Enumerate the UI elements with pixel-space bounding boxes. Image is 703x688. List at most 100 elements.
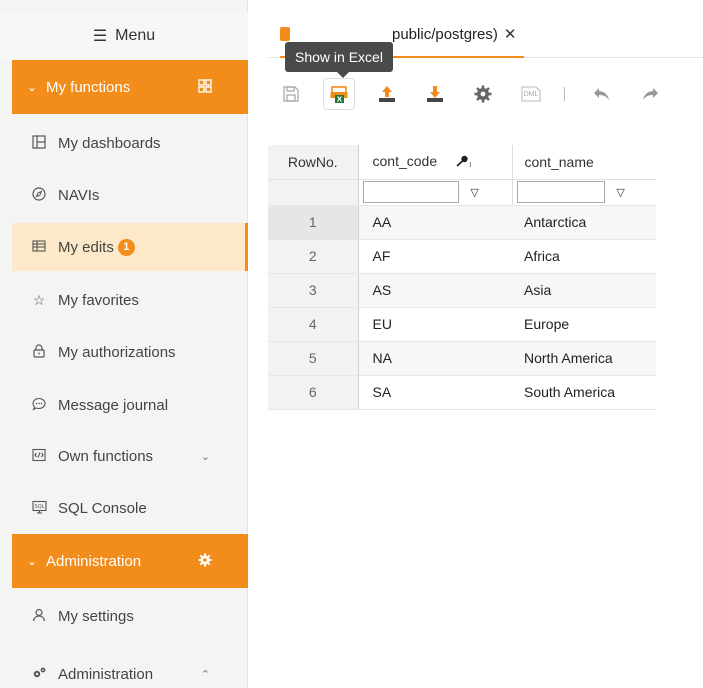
dml-button[interactable]: DML <box>516 79 546 109</box>
sidebar-item-label: My authorizations <box>58 343 176 361</box>
sidebar-item-label: NAVIs <box>58 186 100 204</box>
download-button[interactable] <box>420 79 450 109</box>
sidebar-item-label: Own functions <box>58 447 154 465</box>
grid-icon[interactable] <box>198 78 212 96</box>
cell-cont-name[interactable]: Africa <box>512 239 656 274</box>
star-icon: ☆ <box>32 291 46 308</box>
primary-key-icon: 1 <box>455 154 472 170</box>
filter-input-cont-name[interactable] <box>516 181 605 203</box>
row-number[interactable]: 3 <box>268 273 359 308</box>
sidebar-item-own-functions[interactable]: Own functions ⌄ <box>12 432 248 480</box>
sidebar-item-label: My dashboards <box>58 134 161 152</box>
sidebar-item-navis[interactable]: NAVIs <box>12 171 248 219</box>
my-functions-header[interactable]: ⌄ My functions <box>12 60 248 114</box>
table-row[interactable]: 3 AS Asia <box>268 273 656 308</box>
filter-row: ▽ ▽ <box>268 179 656 206</box>
gear-icon <box>474 85 492 103</box>
sidebar-item-label: SQL Console <box>58 499 147 517</box>
chevron-down-icon: ⌄ <box>26 554 38 568</box>
table-row[interactable]: 4 EU Europe <box>268 307 656 342</box>
chat-icon <box>26 397 52 414</box>
row-number[interactable]: 1 <box>268 205 359 240</box>
lock-icon <box>26 343 52 361</box>
row-number[interactable]: 4 <box>268 307 359 342</box>
upload-button[interactable] <box>372 79 402 109</box>
sidebar-item-label: My settings <box>58 607 134 625</box>
table-row[interactable]: 1 AA Antarctica <box>268 205 656 240</box>
cell-cont-code[interactable]: SA <box>358 375 512 410</box>
sidebar-item-my-edits[interactable]: My edits 1 <box>12 223 248 271</box>
close-icon[interactable]: ✕ <box>504 25 517 43</box>
row-number[interactable]: 6 <box>268 375 359 410</box>
download-icon <box>427 86 443 102</box>
code-icon <box>26 448 52 465</box>
table-row[interactable]: 6 SA South America <box>268 375 656 410</box>
svg-text:X: X <box>337 96 343 104</box>
redo-button[interactable] <box>635 79 665 109</box>
cell-cont-name[interactable]: South America <box>512 375 656 410</box>
dml-label: DML <box>523 91 539 98</box>
column-header-label: cont_code <box>372 153 438 170</box>
column-header-cont-code[interactable]: cont_code 1 <box>358 145 512 180</box>
sidebar-item-message-journal[interactable]: Message journal <box>12 381 248 429</box>
chevron-up-icon[interactable]: ⌃ <box>201 668 210 681</box>
cell-cont-code[interactable]: NA <box>358 341 512 376</box>
menu-label: Menu <box>115 27 156 44</box>
filter-row-header <box>268 179 359 206</box>
settings-button[interactable] <box>468 79 498 109</box>
admin-gears-icon <box>26 666 52 683</box>
filter-cell-cont-code: ▽ <box>358 179 512 206</box>
cell-cont-code[interactable]: AS <box>358 273 512 308</box>
sidebar-item-sql-console[interactable]: SQL SQL Console <box>12 484 248 532</box>
show-in-excel-button[interactable]: X <box>324 79 354 109</box>
sidebar: ☰ Menu ⌄ My functions My dashboards NAVI… <box>0 0 248 688</box>
toolbar: X DML <box>268 72 703 116</box>
cell-cont-code[interactable]: AF <box>358 239 512 274</box>
sidebar-item-label: My favorites <box>58 291 139 309</box>
menu-icon: ☰ <box>92 28 108 45</box>
cell-cont-name[interactable]: Asia <box>512 273 656 308</box>
row-number[interactable]: 2 <box>268 239 359 274</box>
sidebar-item-my-authorizations[interactable]: My authorizations <box>12 328 248 376</box>
cell-cont-name[interactable]: Antarctica <box>512 205 656 240</box>
cell-cont-name[interactable]: Europe <box>512 307 656 342</box>
excel-icon: X <box>330 86 348 104</box>
sidebar-item-my-dashboards[interactable]: My dashboards <box>12 119 248 167</box>
table-row[interactable]: 2 AF Africa <box>268 239 656 274</box>
table-row[interactable]: 5 NA North America <box>268 341 656 376</box>
funnel-icon[interactable]: ▽ <box>470 186 482 199</box>
sidebar-item-my-favorites[interactable]: ☆ My favorites <box>12 276 248 324</box>
column-header-rowno[interactable]: RowNo. <box>268 145 359 180</box>
svg-text:1: 1 <box>469 163 471 168</box>
chevron-down-icon: ⌄ <box>26 80 38 94</box>
sidebar-item-label: Message journal <box>58 396 169 414</box>
toolbar-separator <box>564 87 565 101</box>
undo-button[interactable] <box>587 79 617 109</box>
sidebar-item-label: My edits <box>58 238 114 256</box>
menu-toggle[interactable]: ☰ Menu <box>0 12 248 60</box>
sql-console-icon: SQL <box>26 500 52 517</box>
funnel-icon[interactable]: ▽ <box>616 186 628 199</box>
sidebar-item-administration[interactable]: Administration ⌃ <box>12 650 248 688</box>
cell-cont-code[interactable]: EU <box>358 307 512 342</box>
save-icon <box>283 86 299 102</box>
cell-cont-name[interactable]: North America <box>512 341 656 376</box>
my-functions-label: My functions <box>46 78 131 96</box>
sidebar-item-my-settings[interactable]: My settings <box>12 592 248 640</box>
cell-cont-code[interactable]: AA <box>358 205 512 240</box>
gear-icon[interactable] <box>198 553 212 570</box>
table-icon <box>280 27 290 41</box>
svg-text:SQL: SQL <box>34 504 44 510</box>
column-header-cont-name[interactable]: cont_name <box>511 145 656 180</box>
user-icon <box>26 608 52 625</box>
tab-label: public/postgres) <box>392 25 498 43</box>
save-button[interactable] <box>276 79 306 109</box>
chevron-down-icon[interactable]: ⌄ <box>201 450 210 463</box>
dashboard-icon <box>26 134 52 152</box>
filter-input-cont-code[interactable] <box>362 181 459 203</box>
row-number[interactable]: 5 <box>268 341 359 376</box>
administration-header[interactable]: ⌄ Administration <box>12 534 248 588</box>
undo-icon <box>594 88 609 100</box>
sidebar-item-label: Administration <box>58 665 154 683</box>
compass-icon <box>26 186 52 204</box>
